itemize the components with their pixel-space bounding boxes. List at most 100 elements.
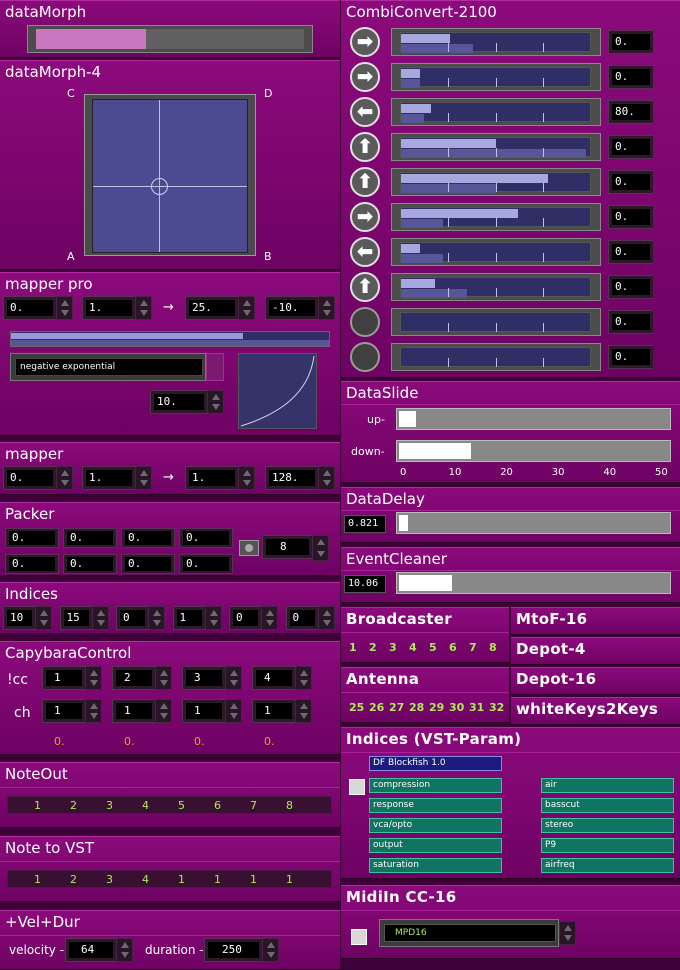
mtof-panel[interactable]: MtoF-16 <box>511 607 680 635</box>
in-min-stepper[interactable] <box>56 466 73 490</box>
combi-value-field[interactable]: 0. <box>608 135 653 159</box>
vst-param-button[interactable]: compression <box>369 778 502 793</box>
index-stepper-5[interactable] <box>261 606 278 630</box>
ch-field-3[interactable]: 1 <box>182 699 225 723</box>
curve-param-field[interactable]: 10. <box>150 390 207 414</box>
combi-value-field[interactable]: 0. <box>608 310 653 334</box>
out-max-stepper[interactable] <box>318 466 335 490</box>
index-field-6[interactable]: 0 <box>285 606 318 630</box>
datadelay-value[interactable]: 0.821 <box>344 515 386 533</box>
ch-stepper-3[interactable] <box>225 699 242 723</box>
vst-param-button[interactable]: airfreq <box>541 858 674 873</box>
xy-pad[interactable] <box>84 94 256 256</box>
arrow-up-icon[interactable]: ⬆ <box>350 272 380 302</box>
combi-value-field[interactable]: 0. <box>608 345 653 369</box>
index-stepper-6[interactable] <box>317 606 335 630</box>
packer-field[interactable]: 0. <box>179 528 233 548</box>
arrow-right-icon[interactable]: ➡ <box>350 202 380 232</box>
midi-device-select[interactable]: MPD16 <box>379 919 559 947</box>
ch-stepper-4[interactable] <box>295 699 312 723</box>
index-field-5[interactable]: 0 <box>229 606 261 630</box>
in-max-field[interactable]: 1. <box>82 296 135 320</box>
out-max-field[interactable]: 128. <box>265 466 318 490</box>
datamorph-slider[interactable] <box>27 25 313 53</box>
packer-field[interactable]: 0. <box>63 554 117 574</box>
vst-param-button[interactable]: vca/opto <box>369 818 502 833</box>
combi-slider[interactable] <box>391 308 601 336</box>
index-stepper-2[interactable] <box>91 606 109 630</box>
packer-count-field[interactable]: 8 <box>262 535 312 559</box>
vst-param-button[interactable]: basscut <box>541 798 674 813</box>
depot16-panel[interactable]: Depot-16 <box>511 667 680 695</box>
curve-select[interactable]: negative exponential <box>10 353 206 381</box>
ch-field-4[interactable]: 1 <box>252 699 295 723</box>
range-bar[interactable] <box>10 331 330 347</box>
combi-value-field[interactable]: 0. <box>608 30 653 54</box>
combi-slider[interactable] <box>391 63 601 91</box>
index-field-4[interactable]: 1 <box>172 606 205 630</box>
duration-field[interactable]: 250 <box>204 938 262 962</box>
arrow-up-icon[interactable]: ⬆ <box>350 167 380 197</box>
cc-stepper-1[interactable] <box>85 666 102 690</box>
combi-slider[interactable] <box>391 168 601 196</box>
packer-bang-button[interactable] <box>239 540 259 556</box>
midi-device-stepper[interactable] <box>559 921 576 945</box>
xy-handle[interactable] <box>151 178 168 195</box>
combi-slider[interactable] <box>391 28 601 56</box>
eventcleaner-value[interactable]: 10.06 <box>344 575 386 593</box>
out-min-stepper[interactable] <box>238 296 255 320</box>
vst-param-button[interactable]: output <box>369 838 502 853</box>
out-max-field[interactable]: -10. <box>265 296 318 320</box>
cc-stepper-2[interactable] <box>155 666 172 690</box>
packer-field[interactable]: 0. <box>63 528 117 548</box>
cc-stepper-3[interactable] <box>225 666 242 690</box>
out-max-stepper[interactable] <box>318 296 335 320</box>
in-min-stepper[interactable] <box>56 296 73 320</box>
combi-slider[interactable] <box>391 203 601 231</box>
combi-slider[interactable] <box>391 343 601 371</box>
packer-field[interactable]: 0. <box>5 528 59 548</box>
packer-field[interactable]: 0. <box>121 528 175 548</box>
arrow-up-icon[interactable]: ⬆ <box>350 132 380 162</box>
index-stepper-1[interactable] <box>35 606 52 630</box>
curve-select-arrow[interactable] <box>206 353 224 381</box>
datadelay-slider[interactable] <box>396 512 671 534</box>
velocity-field[interactable]: 64 <box>65 938 116 962</box>
in-max-stepper[interactable] <box>135 466 152 490</box>
combi-value-field[interactable]: 0. <box>608 275 653 299</box>
velocity-stepper[interactable] <box>116 938 133 962</box>
whitekeys-panel[interactable]: whiteKeys2Keys <box>511 697 680 725</box>
eventcleaner-slider[interactable] <box>396 572 671 594</box>
ch-field-1[interactable]: 1 <box>42 699 85 723</box>
ch-stepper-2[interactable] <box>155 699 172 723</box>
ch-field-2[interactable]: 1 <box>112 699 155 723</box>
combi-slider[interactable] <box>391 98 601 126</box>
out-min-field[interactable]: 25. <box>185 296 238 320</box>
combi-value-field[interactable]: 0. <box>608 240 653 264</box>
circle-icon[interactable] <box>350 342 380 372</box>
combi-slider[interactable] <box>391 273 601 301</box>
cc-field-2[interactable]: 2 <box>112 666 155 690</box>
index-stepper-3[interactable] <box>148 606 165 630</box>
arrow-left-icon[interactable]: ⬅ <box>350 97 380 127</box>
plugin-name-field[interactable]: DF Blockfish 1.0 <box>369 756 502 771</box>
combi-value-field[interactable]: 0. <box>608 205 653 229</box>
ch-stepper-1[interactable] <box>85 699 102 723</box>
duration-stepper[interactable] <box>262 938 279 962</box>
packer-field[interactable]: 0. <box>121 554 175 574</box>
combi-slider[interactable] <box>391 238 601 266</box>
cc-stepper-4[interactable] <box>295 666 312 690</box>
vst-param-button[interactable]: stereo <box>541 818 674 833</box>
packer-count-stepper[interactable] <box>312 535 329 561</box>
arrow-left-icon[interactable]: ⬅ <box>350 237 380 267</box>
in-max-stepper[interactable] <box>135 296 152 320</box>
vst-param-button[interactable]: saturation <box>369 858 502 873</box>
in-min-field[interactable]: 0. <box>3 296 56 320</box>
arrow-right-icon[interactable]: ➡ <box>350 62 380 92</box>
packer-field[interactable]: 0. <box>179 554 233 574</box>
down-slider[interactable] <box>396 440 671 462</box>
combi-value-field[interactable]: 0. <box>608 170 653 194</box>
index-field-2[interactable]: 15 <box>59 606 92 630</box>
cc-field-3[interactable]: 3 <box>182 666 225 690</box>
circle-icon[interactable] <box>350 307 380 337</box>
